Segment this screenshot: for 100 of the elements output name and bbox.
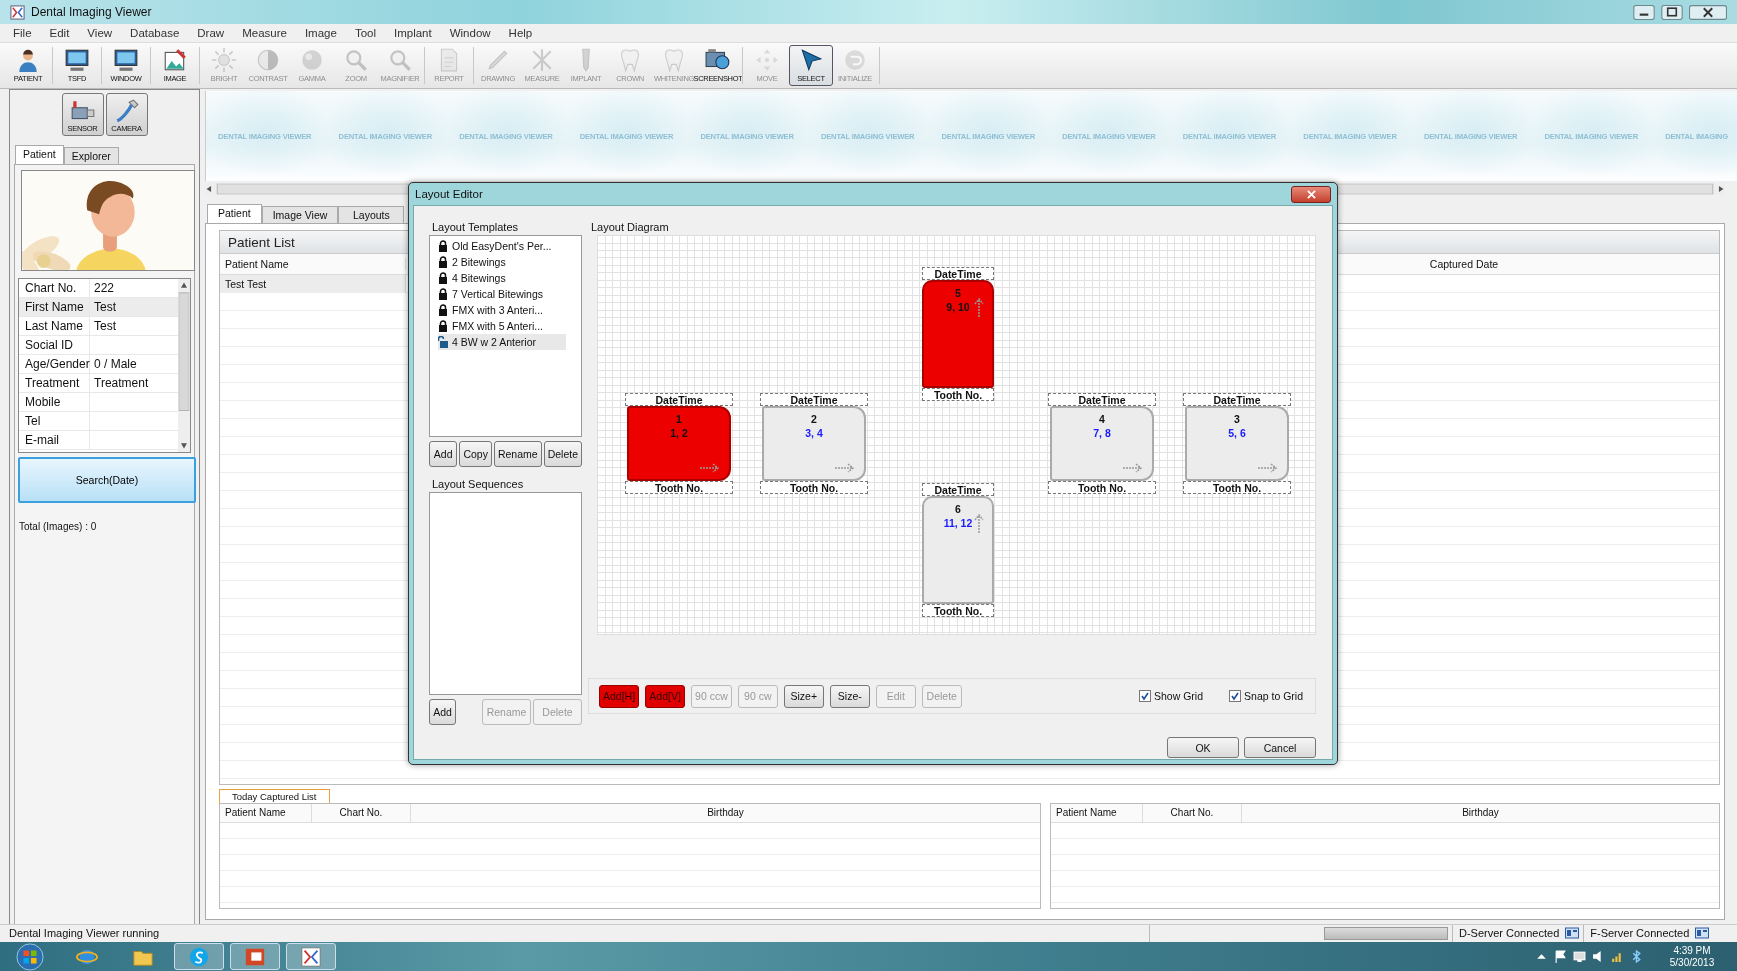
close-button[interactable] <box>1291 185 1331 203</box>
list-item[interactable]: 2 Bitewings <box>438 254 566 270</box>
menu-item[interactable]: Window <box>440 27 500 39</box>
dialog-button[interactable]: Cancel <box>1244 737 1316 758</box>
tab[interactable]: Layouts <box>338 206 405 223</box>
total-label: Total (Images) : 0 <box>18 521 98 532</box>
lock-icon <box>438 288 448 300</box>
pen-icon <box>485 47 511 73</box>
monitor-icon <box>64 47 90 73</box>
tool-button[interactable]: Add[H] <box>599 684 640 708</box>
checkbox[interactable]: Snap to Grid <box>1229 690 1303 702</box>
search-button[interactable]: Search(Date) <box>18 457 196 503</box>
maximize-icon[interactable] <box>1661 4 1683 20</box>
list-item[interactable]: 4 BW w 2 Anterior <box>438 334 566 350</box>
column-header: Patient Name <box>220 804 312 822</box>
dialog-button[interactable]: Copy <box>459 441 492 467</box>
lock-icon <box>438 272 448 284</box>
flag-icon[interactable] <box>1554 950 1567 963</box>
group-label: Layout Diagram <box>590 220 670 234</box>
dialog-button[interactable]: OK <box>1167 737 1239 758</box>
field-label: Mobile <box>19 393 90 411</box>
image-slot[interactable]: 4 7, 8 <box>1050 406 1154 481</box>
network-icon[interactable] <box>1573 950 1586 963</box>
dialog-button[interactable]: Delete <box>543 441 582 467</box>
signal-icon[interactable] <box>1611 950 1624 963</box>
list-item[interactable]: Old EasyDent's Per... <box>438 238 566 254</box>
window-title: Dental Imaging Viewer <box>31 5 152 19</box>
server-icon <box>1695 927 1710 939</box>
right-arrow-icon <box>1257 463 1279 473</box>
column-header: Chart No. <box>312 804 411 822</box>
lock-icon <box>438 256 448 268</box>
close-icon[interactable] <box>1689 4 1727 20</box>
tooth-numbers: 11, 12 <box>943 516 973 530</box>
magnifier-icon <box>387 47 413 73</box>
list-item[interactable]: FMX with 3 Anteri... <box>438 302 566 318</box>
sun-icon <box>211 47 237 73</box>
slot-header: DateTime <box>1048 393 1156 406</box>
image-slot[interactable]: 5 9, 10 <box>922 280 994 388</box>
menu-item[interactable]: Tool <box>345 27 385 39</box>
menu-item[interactable]: Help <box>499 27 542 39</box>
field-value: Test <box>93 319 116 333</box>
field-value: Treatment <box>93 376 149 390</box>
tab[interactable]: Image View <box>261 206 339 223</box>
open-lock-icon <box>438 336 448 348</box>
minimize-icon[interactable] <box>1633 4 1655 20</box>
list-item[interactable]: 7 Vertical Bitewings <box>438 286 566 302</box>
tab[interactable]: Patient <box>15 145 64 164</box>
field-label: Age/Gender <box>19 355 90 373</box>
menu-item[interactable]: Implant <box>385 27 441 39</box>
list-item[interactable]: FMX with 5 Anteri... <box>438 318 566 334</box>
menu-item[interactable]: File <box>4 27 41 39</box>
field-label: Chart No. <box>19 279 90 297</box>
table-cell[interactable]: Test Test <box>220 275 406 293</box>
slot-header: DateTime <box>1183 393 1291 406</box>
tool-button[interactable]: Size- <box>829 684 870 708</box>
tooth-numbers: 9, 10 <box>946 300 970 314</box>
start-button[interactable] <box>16 942 44 971</box>
field-value: 222 <box>93 281 115 295</box>
image-slot[interactable]: 6 11, 12 <box>922 496 994 604</box>
menu-item[interactable]: Edit <box>40 27 79 39</box>
undo-icon <box>842 47 868 73</box>
image-slot[interactable]: 3 5, 6 <box>1185 406 1289 481</box>
menu-item[interactable]: Draw <box>188 27 234 39</box>
slot-footer: Tooth No. <box>760 481 868 494</box>
cursor-icon <box>798 47 824 73</box>
tooth-numbers: 1, 2 <box>670 426 688 440</box>
scrollbar[interactable] <box>178 279 190 452</box>
list-item[interactable]: 4 Bitewings <box>438 270 566 286</box>
field-label: Last Name <box>19 317 90 335</box>
dialog-button[interactable]: Rename <box>493 441 542 467</box>
image-slot[interactable]: 1 1, 2 <box>627 406 731 481</box>
tab[interactable]: Today Captured List <box>219 789 330 803</box>
tool-button[interactable]: Add[V] <box>645 684 686 708</box>
menu-item[interactable]: Measure <box>233 27 296 39</box>
menu-item[interactable]: Database <box>121 27 189 39</box>
group-label: Layout Templates <box>431 220 520 234</box>
clock-date: 5/30/2013 <box>1669 956 1715 969</box>
slot-header: DateTime <box>922 483 994 496</box>
dialog-button[interactable]: Add <box>429 699 456 725</box>
column-header: Patient Name <box>220 258 406 270</box>
slot-number: 1 <box>676 413 682 426</box>
field-value: Test <box>93 300 116 314</box>
menu-item[interactable]: View <box>78 27 122 39</box>
app-icon <box>300 945 322 968</box>
field-label: First Name <box>19 298 90 316</box>
taskbar-button[interactable] <box>286 943 336 970</box>
dialog-button[interactable]: Add <box>429 441 458 467</box>
image-slot[interactable]: 2 3, 4 <box>762 406 866 481</box>
dialog-title: Layout Editor <box>415 188 484 200</box>
bluetooth-icon[interactable] <box>1630 950 1643 963</box>
checkbox[interactable]: Show Grid <box>1139 690 1204 702</box>
right-arrow-icon <box>1122 463 1144 473</box>
slot-number: 5 <box>955 287 961 300</box>
slot-number: 2 <box>811 413 817 426</box>
slot-footer: Tooth No. <box>922 604 994 617</box>
tool-button[interactable]: Size+ <box>783 684 824 708</box>
menu-item[interactable]: Image <box>295 27 346 39</box>
tab[interactable]: Explorer <box>63 147 119 164</box>
tab[interactable]: Patient <box>207 204 262 223</box>
taskbar-button[interactable] <box>230 943 280 970</box>
